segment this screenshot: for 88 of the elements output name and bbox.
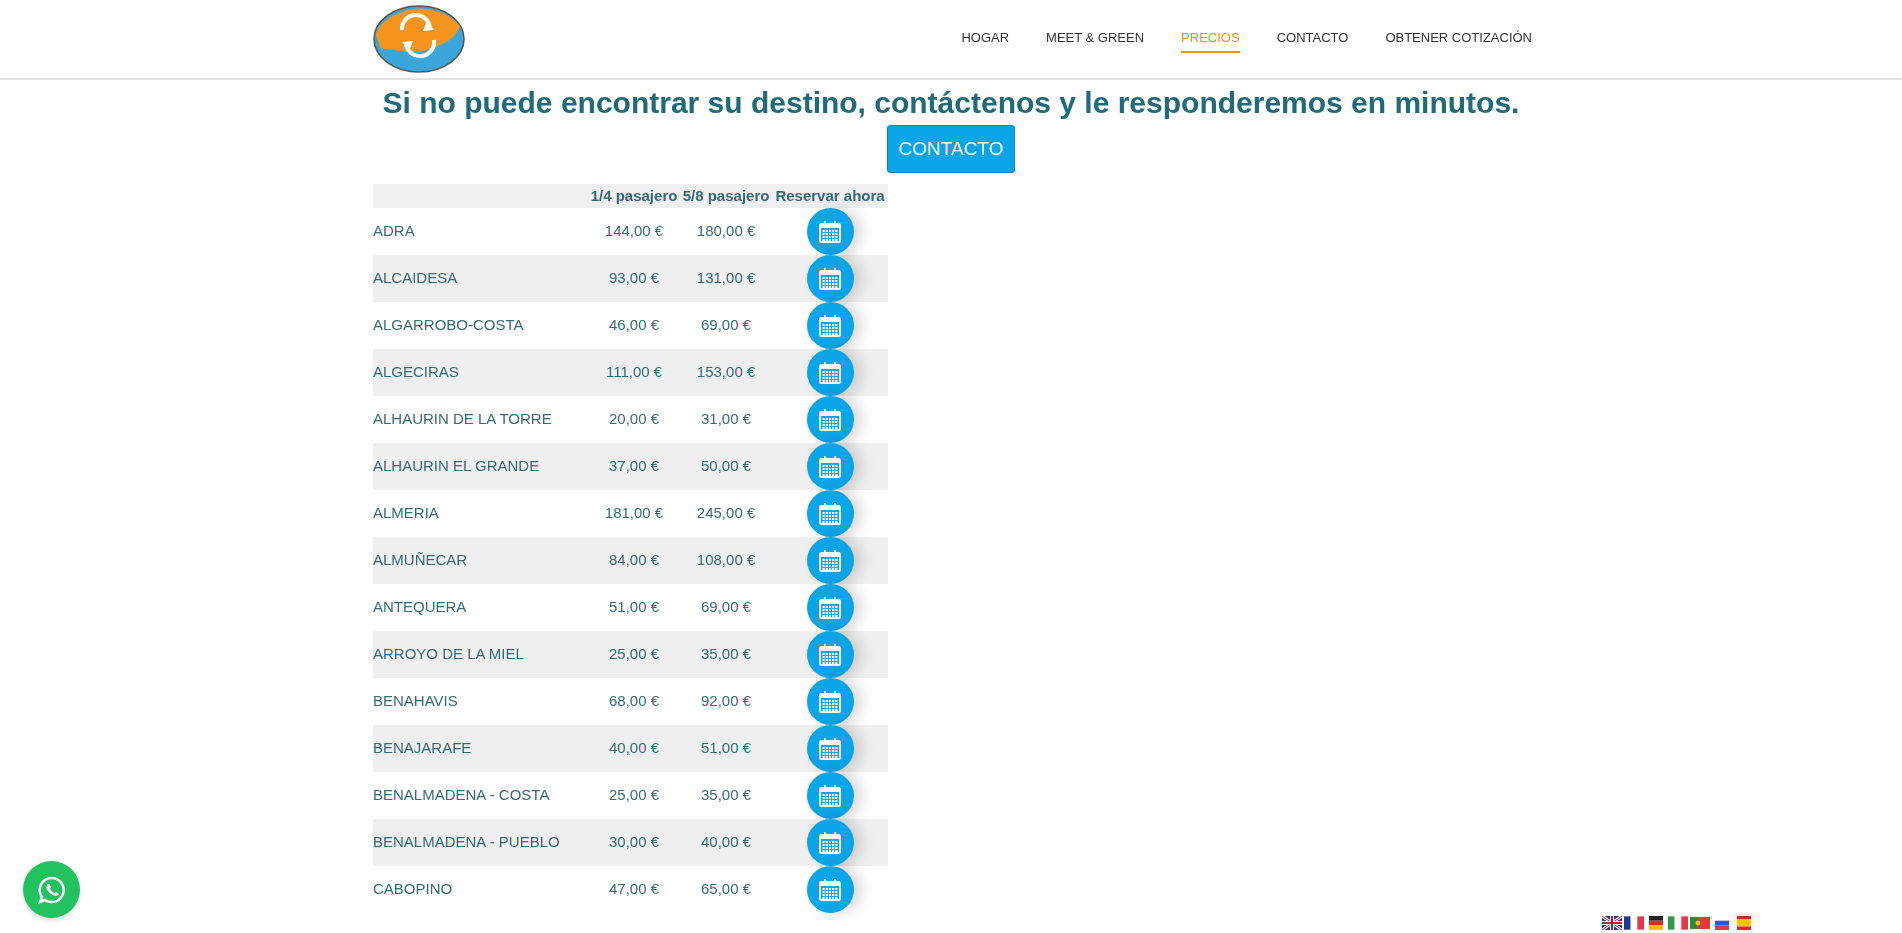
calendar-icon bbox=[817, 218, 844, 245]
table-cell: 31,00 € bbox=[701, 410, 752, 428]
book-button[interactable] bbox=[806, 725, 854, 772]
table-cell: 93,00 € bbox=[609, 269, 660, 287]
table-cell: BENAJARAFE bbox=[373, 739, 472, 757]
calendar-icon bbox=[817, 782, 844, 809]
table-cell: 35,00 € bbox=[701, 786, 752, 804]
flag-icon[interactable] bbox=[1624, 916, 1644, 930]
table-cell: 25,00 € bbox=[609, 786, 660, 804]
book-button[interactable] bbox=[806, 490, 854, 537]
book-button[interactable] bbox=[806, 819, 854, 866]
table-cell: BENAHAVIS bbox=[373, 692, 458, 710]
calendar-icon bbox=[817, 735, 844, 762]
calendar-icon bbox=[817, 547, 844, 574]
table-cell: ALGARROBO-COSTA bbox=[373, 316, 524, 334]
calendar-icon bbox=[817, 359, 844, 386]
table-cell: 153,00 € bbox=[696, 363, 756, 381]
table-cell: 30,00 € bbox=[609, 833, 660, 851]
table-cell: 25,00 € bbox=[609, 645, 660, 663]
nav-link[interactable]: MEET & GREEN bbox=[1046, 25, 1145, 53]
table-cell: 69,00 € bbox=[701, 598, 752, 616]
table-cell: 40,00 € bbox=[701, 833, 752, 851]
book-button[interactable] bbox=[806, 443, 854, 490]
flag-icon[interactable] bbox=[1602, 916, 1622, 930]
table-cell: 51,00 € bbox=[609, 598, 660, 616]
table-cell: 180,00 € bbox=[696, 222, 756, 240]
table-cell: ALHAURIN DE LA TORRE bbox=[373, 410, 552, 428]
calendar-icon bbox=[817, 594, 844, 621]
table-cell: 108,00 € bbox=[696, 551, 756, 569]
column-header: 1/4 pasajero bbox=[590, 187, 678, 204]
table-cell: 65,00 € bbox=[701, 880, 752, 898]
table-cell: 181,00 € bbox=[604, 504, 664, 522]
column-header: Reservar ahora bbox=[775, 187, 885, 204]
table-cell: 84,00 € bbox=[609, 551, 660, 569]
table-cell: 51,00 € bbox=[701, 739, 752, 757]
table-cell: 68,00 € bbox=[609, 692, 660, 710]
nav-link[interactable]: HOGAR bbox=[961, 25, 1010, 53]
table-cell: 47,00 € bbox=[609, 880, 660, 898]
calendar-icon bbox=[817, 829, 844, 856]
table-cell: 245,00 € bbox=[696, 504, 756, 522]
book-button[interactable] bbox=[806, 631, 854, 678]
nav-link[interactable]: CONTACTO bbox=[1276, 25, 1349, 53]
table-cell: CABOPINO bbox=[373, 880, 453, 898]
table-cell: ALHAURIN EL GRANDE bbox=[373, 457, 540, 475]
book-button[interactable] bbox=[806, 866, 854, 913]
table-cell: 20,00 € bbox=[609, 410, 660, 428]
table-cell: 50,00 € bbox=[701, 457, 752, 475]
book-button[interactable] bbox=[806, 349, 854, 396]
table-cell: 46,00 € bbox=[609, 316, 660, 334]
table-cell: ALGECIRAS bbox=[373, 363, 459, 381]
book-button[interactable] bbox=[806, 537, 854, 584]
table-cell: ALMUÑECAR bbox=[373, 551, 468, 569]
table-cell: BENALMADENA - COSTA bbox=[373, 786, 550, 804]
table-cell: ALMERIA bbox=[373, 504, 439, 522]
book-button[interactable] bbox=[806, 208, 854, 255]
table-cell: 35,00 € bbox=[701, 645, 752, 663]
table-cell: ALCAIDESA bbox=[373, 269, 458, 287]
book-button[interactable] bbox=[806, 678, 854, 725]
page-heading: Si no puede encontrar su destino, contáctenos y le responderemos en minutos. bbox=[382, 85, 1520, 121]
calendar-icon bbox=[817, 641, 844, 668]
table-cell: 40,00 € bbox=[609, 739, 660, 757]
logo-icon[interactable] bbox=[372, 4, 466, 74]
book-button[interactable] bbox=[806, 255, 854, 302]
calendar-icon bbox=[817, 876, 844, 903]
table-cell: BENALMADENA - PUEBLO bbox=[373, 833, 560, 851]
table-cell: ANTEQUERA bbox=[373, 598, 467, 616]
calendar-icon bbox=[817, 312, 844, 339]
calendar-icon bbox=[817, 688, 844, 715]
table-cell: ADRA bbox=[373, 222, 415, 240]
column-header: 5/8 pasajero bbox=[682, 187, 770, 204]
book-button[interactable] bbox=[806, 772, 854, 819]
calendar-icon bbox=[817, 265, 844, 292]
nav-link[interactable]: OBTENER COTIZACIÓN bbox=[1385, 25, 1532, 53]
table-cell: 131,00 € bbox=[696, 269, 756, 287]
book-button[interactable] bbox=[806, 584, 854, 631]
table-cell: 37,00 € bbox=[609, 457, 660, 475]
calendar-icon bbox=[817, 453, 844, 480]
calendar-icon bbox=[817, 500, 844, 527]
book-button[interactable] bbox=[806, 396, 854, 443]
chat-button[interactable] bbox=[23, 861, 80, 918]
table-cell: 144,00 € bbox=[604, 222, 664, 240]
table-cell: 69,00 € bbox=[701, 316, 752, 334]
calendar-icon bbox=[817, 406, 844, 433]
flag-icon[interactable] bbox=[1646, 916, 1666, 930]
table-cell: 111,00 € bbox=[605, 363, 663, 381]
table-cell: ARROYO DE LA MIEL bbox=[373, 645, 524, 663]
book-button[interactable] bbox=[806, 302, 854, 349]
table-cell: 92,00 € bbox=[701, 692, 752, 710]
